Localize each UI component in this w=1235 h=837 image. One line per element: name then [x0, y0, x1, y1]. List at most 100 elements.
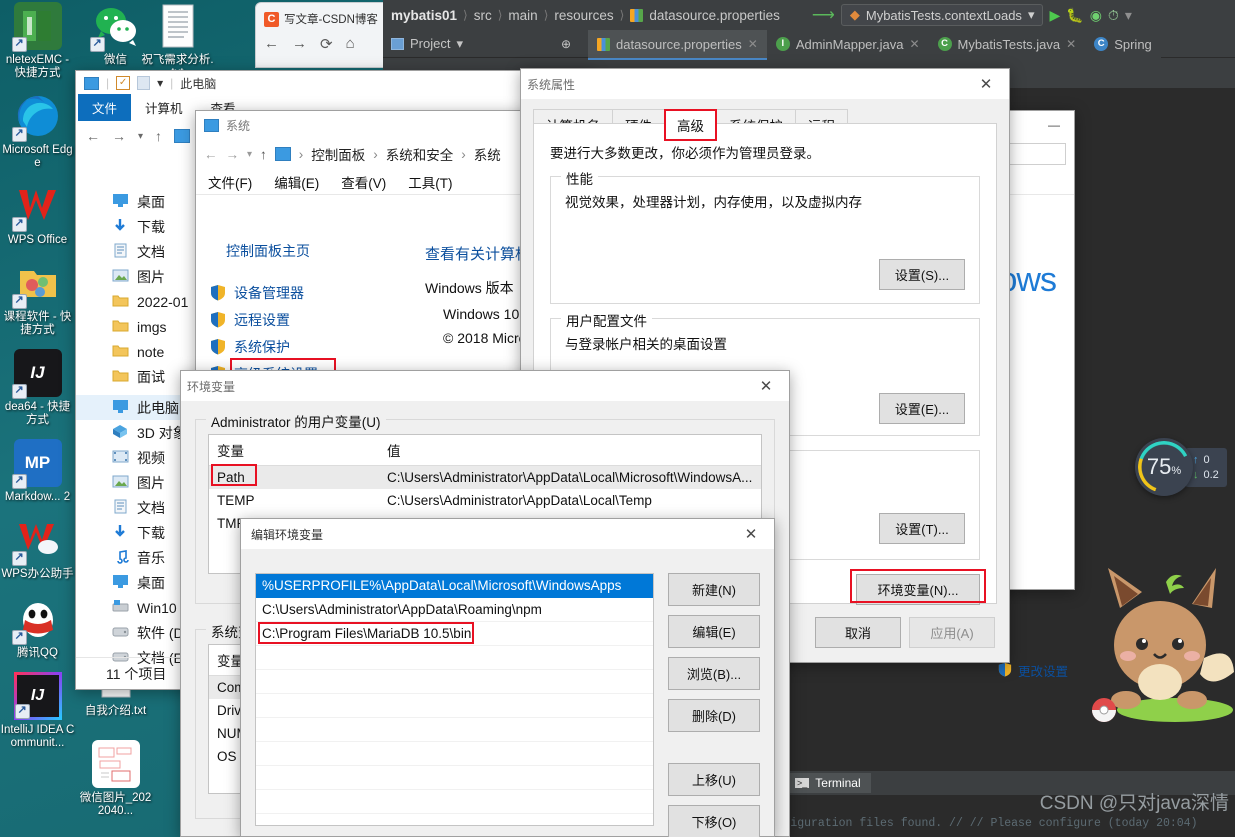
- desktop-icon[interactable]: 祝飞需求分析.txt: [140, 2, 215, 80]
- ribbon-tab-computer[interactable]: 计算机: [131, 94, 197, 121]
- path-entry-row[interactable]: [256, 670, 653, 694]
- breadcrumb-main[interactable]: main: [508, 8, 537, 23]
- wps-assistant-icon: [11, 516, 62, 566]
- run-configuration-selector[interactable]: ◆ MybatisTests.contextLoads ▾: [840, 4, 1044, 26]
- tab-advanced[interactable]: 高级: [664, 109, 717, 141]
- browse-button[interactable]: 浏览(B)...: [668, 657, 760, 690]
- menu-view[interactable]: 查看(V): [341, 172, 386, 192]
- link-remote-settings[interactable]: 远程设置: [210, 306, 411, 333]
- path-entry-row[interactable]: [256, 694, 653, 718]
- forward-icon[interactable]: →: [292, 35, 307, 53]
- path-entry-row-mariadb[interactable]: C:\Program Files\MariaDB 10.5\bin: [256, 622, 653, 646]
- close-icon[interactable]: ✕: [969, 70, 1003, 98]
- cancel-button[interactable]: 取消: [815, 617, 901, 648]
- user-variable-row-temp[interactable]: TEMP C:\Users\Administrator\AppData\Loca…: [209, 489, 761, 512]
- coverage-icon[interactable]: ◉: [1090, 7, 1102, 24]
- chevron-down-icon[interactable]: ▾: [1125, 7, 1132, 24]
- editor-tab-mybatistests-java[interactable]: C MybatisTests.java ✕: [929, 30, 1086, 60]
- move-down-button[interactable]: 下移(O): [668, 805, 760, 837]
- network-speed-widget[interactable]: 75% ↑ 0 ↓ 0.2: [1135, 438, 1227, 496]
- desktop-icon[interactable]: IJ IntelliJ IDEA Communit...: [0, 672, 75, 750]
- breadcrumb-system-security[interactable]: 系统和安全: [386, 144, 454, 164]
- browser-window[interactable]: C 写文章-CSDN博客 ← → ⟳ ⌂: [255, 2, 400, 68]
- path-entry-row[interactable]: %USERPROFILE%\AppData\Local\Microsoft\Wi…: [256, 574, 653, 598]
- startup-recovery-settings-button[interactable]: 设置(T)...: [879, 513, 965, 544]
- debug-icon[interactable]: 🐛: [1066, 7, 1083, 24]
- minimize-icon[interactable]: —: [1048, 118, 1066, 132]
- home-icon[interactable]: ⌂: [346, 35, 355, 53]
- project-tool-window-button[interactable]: Project ▾: [391, 36, 463, 52]
- path-entry-row[interactable]: [256, 742, 653, 766]
- new-button[interactable]: 新建(N): [668, 573, 760, 606]
- terminal-icon: >_: [795, 778, 810, 788]
- breadcrumb-control-panel[interactable]: 控制面板: [311, 144, 365, 164]
- editor-tab-adminmapper-java[interactable]: I AdminMapper.java ✕: [767, 30, 929, 60]
- tool-tab-terminal[interactable]: >_ Terminal: [785, 773, 871, 793]
- up-icon[interactable]: ↑: [260, 147, 267, 162]
- reload-icon[interactable]: ⟳: [320, 35, 333, 53]
- path-entry-row[interactable]: [256, 718, 653, 742]
- editor-tab-datasource-properties[interactable]: datasource.properties ✕: [588, 30, 767, 60]
- menu-file[interactable]: 文件(F): [208, 172, 252, 192]
- link-device-manager[interactable]: 设备管理器: [210, 279, 411, 306]
- back-icon[interactable]: ←: [264, 35, 279, 53]
- breadcrumb-project[interactable]: mybatis01: [391, 8, 457, 23]
- user-profiles-settings-button[interactable]: 设置(E)...: [879, 393, 965, 424]
- desktop-icon[interactable]: WPS Office: [0, 182, 75, 247]
- recent-locations-icon[interactable]: ▾: [247, 149, 252, 160]
- desktop-icon[interactable]: IJ dea64 - 快捷方式: [0, 349, 75, 427]
- run-icon[interactable]: ▶: [1049, 7, 1060, 24]
- breadcrumb-system[interactable]: 系统: [474, 144, 501, 164]
- profile-icon[interactable]: ⏱: [1108, 7, 1119, 24]
- close-icon[interactable]: ✕: [748, 37, 758, 51]
- delete-button[interactable]: 删除(D): [668, 699, 760, 732]
- path-entries-list[interactable]: %USERPROFILE%\AppData\Local\Microsoft\Wi…: [255, 573, 654, 826]
- close-icon[interactable]: ✕: [734, 520, 768, 548]
- edit-button[interactable]: 编辑(E): [668, 615, 760, 648]
- performance-settings-button[interactable]: 设置(S)...: [879, 259, 965, 290]
- environment-variables-button[interactable]: 环境变量(N)...: [856, 574, 980, 605]
- back-icon[interactable]: ←: [204, 147, 218, 162]
- link-system-protection[interactable]: 系统保护: [210, 333, 411, 360]
- menu-edit[interactable]: 编辑(E): [274, 172, 319, 192]
- desktop-icon-label: IntelliJ IDEA Communit...: [0, 724, 75, 749]
- breadcrumb-src[interactable]: src: [474, 8, 492, 23]
- control-panel-home-link[interactable]: 控制面板主页: [226, 241, 411, 261]
- shortcut-overlay-icon: [11, 384, 27, 399]
- desktop-icon[interactable]: WPS办公助手: [0, 516, 75, 581]
- new-folder-icon[interactable]: [137, 76, 151, 90]
- desktop-icon[interactable]: 课程软件 - 快捷方式: [0, 259, 75, 337]
- path-entry-row[interactable]: C:\Users\Administrator\AppData\Roaming\n…: [256, 598, 653, 622]
- desktop-icon[interactable]: nletexEMC - 快捷方式: [0, 2, 75, 80]
- path-entry-row[interactable]: [256, 790, 653, 814]
- forward-icon[interactable]: →: [226, 147, 240, 162]
- ribbon-tab-file[interactable]: 文件: [78, 94, 132, 121]
- close-icon[interactable]: ✕: [1066, 37, 1076, 51]
- close-icon[interactable]: ✕: [749, 372, 783, 400]
- desktop-icon[interactable]: 腾讯QQ: [0, 595, 75, 660]
- user-variable-row-path[interactable]: Path C:\Users\Administrator\AppData\Loca…: [209, 464, 761, 489]
- recent-locations-icon[interactable]: ▾: [138, 131, 143, 142]
- path-entry-row[interactable]: [256, 766, 653, 790]
- close-icon[interactable]: ✕: [909, 37, 919, 51]
- properties-icon[interactable]: ✓: [116, 76, 131, 90]
- forward-icon[interactable]: →: [112, 128, 126, 144]
- locate-icon[interactable]: ⊕: [561, 37, 571, 51]
- make-project-icon[interactable]: ⟶: [812, 5, 835, 25]
- desktop-icon[interactable]: MP Markdow... 2: [0, 439, 75, 504]
- edit-env-body: %USERPROFILE%\AppData\Local\Microsoft\Wi…: [241, 559, 774, 837]
- menu-tools[interactable]: 工具(T): [408, 172, 452, 192]
- desktop-icon[interactable]: 微信图片_2022040...: [78, 740, 153, 818]
- path-entry-row[interactable]: [256, 646, 653, 670]
- up-icon[interactable]: ↑: [155, 128, 162, 144]
- breadcrumb-file[interactable]: datasource.properties: [649, 8, 780, 23]
- breadcrumb-resources[interactable]: resources: [554, 8, 613, 23]
- change-settings-link[interactable]: 更改设置: [998, 661, 1068, 680]
- move-up-button[interactable]: 上移(U): [668, 763, 760, 796]
- browser-tab[interactable]: C 写文章-CSDN博客: [256, 3, 399, 31]
- editor-tab-spring[interactable]: C Spring: [1085, 30, 1161, 60]
- path-entry-row[interactable]: [256, 814, 653, 837]
- back-icon[interactable]: ←: [86, 128, 100, 144]
- chevron-down-icon[interactable]: ▾: [157, 76, 163, 90]
- desktop-icon[interactable]: Microsoft Edge: [0, 92, 75, 170]
